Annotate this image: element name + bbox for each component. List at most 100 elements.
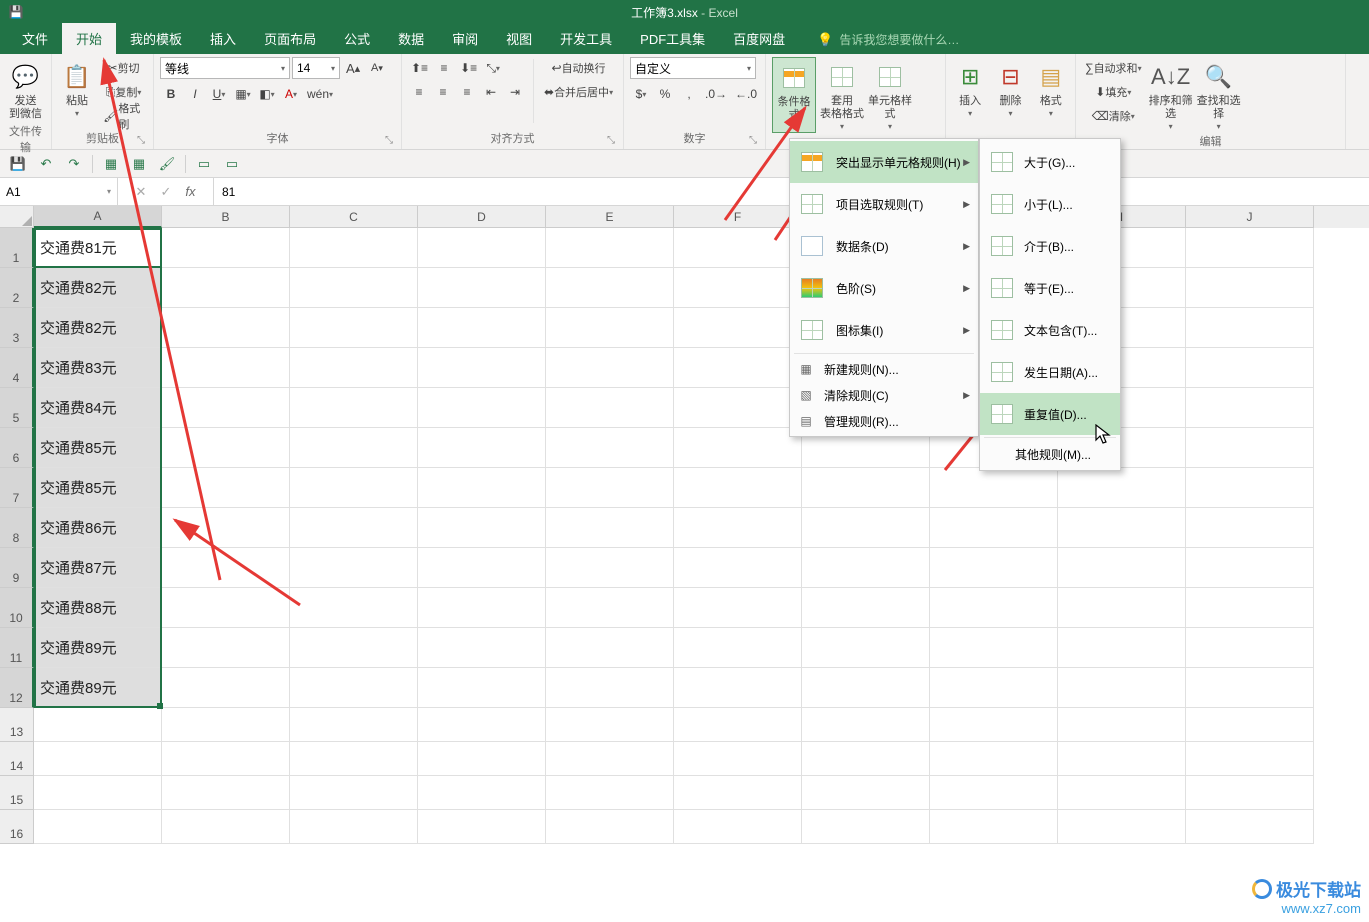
- cell[interactable]: [162, 668, 290, 708]
- cancel-formula-button[interactable]: ✕: [136, 184, 147, 200]
- menu-top-bottom-rules[interactable]: 项目选取规则(T)▶: [790, 183, 978, 225]
- cell[interactable]: 交通费89元: [34, 628, 162, 668]
- cell[interactable]: [802, 628, 930, 668]
- select-all-corner[interactable]: [0, 206, 34, 228]
- cell[interactable]: [546, 810, 674, 844]
- cell[interactable]: [802, 548, 930, 588]
- col-header-D[interactable]: D: [418, 206, 546, 228]
- cell[interactable]: [674, 588, 802, 628]
- cell[interactable]: [162, 708, 290, 742]
- cell[interactable]: [1186, 508, 1314, 548]
- cell[interactable]: [674, 508, 802, 548]
- cell[interactable]: [546, 668, 674, 708]
- cell[interactable]: [1058, 668, 1186, 708]
- cell[interactable]: [162, 776, 290, 810]
- cell[interactable]: [1186, 228, 1314, 268]
- tell-me-input[interactable]: 💡 告诉我您想要做什么…: [817, 31, 959, 54]
- insert-cells-button[interactable]: ⊞插入▾: [952, 57, 988, 118]
- row-header[interactable]: 7: [0, 468, 34, 508]
- format-cells-button[interactable]: ▤格式▾: [1033, 57, 1069, 118]
- phonetic-button[interactable]: wén▾: [304, 83, 336, 105]
- cell[interactable]: [1058, 628, 1186, 668]
- cell[interactable]: [290, 348, 418, 388]
- cell[interactable]: [290, 628, 418, 668]
- dialog-launcher-icon[interactable]: ⤡: [385, 135, 393, 146]
- menu-new-rule[interactable]: ▦新建规则(N)...: [790, 356, 978, 382]
- row-header[interactable]: 3: [0, 308, 34, 348]
- cell[interactable]: [162, 742, 290, 776]
- cell[interactable]: [546, 388, 674, 428]
- cell[interactable]: [162, 228, 290, 268]
- cell-styles-button[interactable]: 单元格样式▾: [868, 57, 912, 131]
- insert-function-button[interactable]: fx: [185, 184, 195, 199]
- align-center-button[interactable]: ≡: [432, 81, 454, 103]
- menu-manage-rules[interactable]: ▤管理规则(R)...: [790, 408, 978, 434]
- fill-button[interactable]: ⬇填充▾: [1082, 81, 1145, 103]
- cell[interactable]: [802, 810, 930, 844]
- cell[interactable]: [1058, 468, 1186, 508]
- qat-btn-4[interactable]: ▭: [220, 153, 244, 175]
- cell[interactable]: 交通费86元: [34, 508, 162, 548]
- cell[interactable]: [290, 588, 418, 628]
- cell[interactable]: [290, 428, 418, 468]
- row-header[interactable]: 13: [0, 708, 34, 742]
- cell[interactable]: [418, 588, 546, 628]
- tab-insert[interactable]: 插入: [196, 23, 250, 54]
- cell[interactable]: [162, 468, 290, 508]
- cell[interactable]: [1186, 708, 1314, 742]
- cell[interactable]: [930, 548, 1058, 588]
- cut-button[interactable]: ✂剪切: [100, 57, 147, 79]
- cell[interactable]: [162, 548, 290, 588]
- fill-color-button[interactable]: ◧▾: [256, 83, 278, 105]
- cell[interactable]: [162, 628, 290, 668]
- menu-greater-than[interactable]: 大于(G)...: [980, 141, 1120, 183]
- row-header[interactable]: 16: [0, 810, 34, 844]
- cell[interactable]: [546, 228, 674, 268]
- conditional-formatting-button[interactable]: 条件格式▾: [772, 57, 816, 133]
- qat-save-icon[interactable]: 💾: [6, 2, 26, 22]
- cell[interactable]: [1186, 668, 1314, 708]
- row-header[interactable]: 10: [0, 588, 34, 628]
- row-header[interactable]: 12: [0, 668, 34, 708]
- send-to-wechat-button[interactable]: 💬 发送到微信: [6, 57, 45, 121]
- cell[interactable]: [1186, 268, 1314, 308]
- tab-home[interactable]: 开始: [62, 23, 116, 54]
- col-header-F[interactable]: F: [674, 206, 802, 228]
- align-top-button[interactable]: ⬆≡: [408, 57, 431, 79]
- col-header-E[interactable]: E: [546, 206, 674, 228]
- cell[interactable]: [1186, 388, 1314, 428]
- name-box[interactable]: A1▾: [0, 178, 118, 205]
- menu-less-than[interactable]: 小于(L)...: [980, 183, 1120, 225]
- menu-date-occurring[interactable]: 发生日期(A)...: [980, 351, 1120, 393]
- cell[interactable]: [290, 228, 418, 268]
- cell[interactable]: [546, 742, 674, 776]
- tab-view[interactable]: 视图: [492, 23, 546, 54]
- menu-text-contains[interactable]: 文本包含(T)...: [980, 309, 1120, 351]
- cell[interactable]: [546, 348, 674, 388]
- cell[interactable]: [930, 776, 1058, 810]
- cell[interactable]: [546, 308, 674, 348]
- cell[interactable]: [418, 668, 546, 708]
- row-header[interactable]: 9: [0, 548, 34, 588]
- cell[interactable]: [802, 742, 930, 776]
- row-header[interactable]: 15: [0, 776, 34, 810]
- decrease-decimal-button[interactable]: ←.0: [732, 83, 760, 105]
- cell[interactable]: 交通费87元: [34, 548, 162, 588]
- qat-btn-2[interactable]: ▦: [127, 153, 151, 175]
- cell[interactable]: [1058, 742, 1186, 776]
- cell[interactable]: 交通费85元: [34, 468, 162, 508]
- cell[interactable]: [674, 228, 802, 268]
- cell[interactable]: [290, 668, 418, 708]
- find-select-button[interactable]: 🔍查找和选择▾: [1197, 57, 1241, 131]
- row-header[interactable]: 4: [0, 348, 34, 388]
- row-header[interactable]: 1: [0, 228, 34, 268]
- enter-formula-button[interactable]: ✓: [160, 184, 171, 200]
- col-header-C[interactable]: C: [290, 206, 418, 228]
- cell[interactable]: [802, 776, 930, 810]
- menu-more-rules[interactable]: 其他规则(M)...: [980, 440, 1120, 468]
- increase-font-button[interactable]: A▴: [342, 57, 364, 79]
- comma-button[interactable]: ,: [678, 83, 700, 105]
- cell[interactable]: [418, 388, 546, 428]
- tab-pdf-tools[interactable]: PDF工具集: [626, 23, 719, 54]
- decrease-indent-button[interactable]: ⇤: [480, 81, 502, 103]
